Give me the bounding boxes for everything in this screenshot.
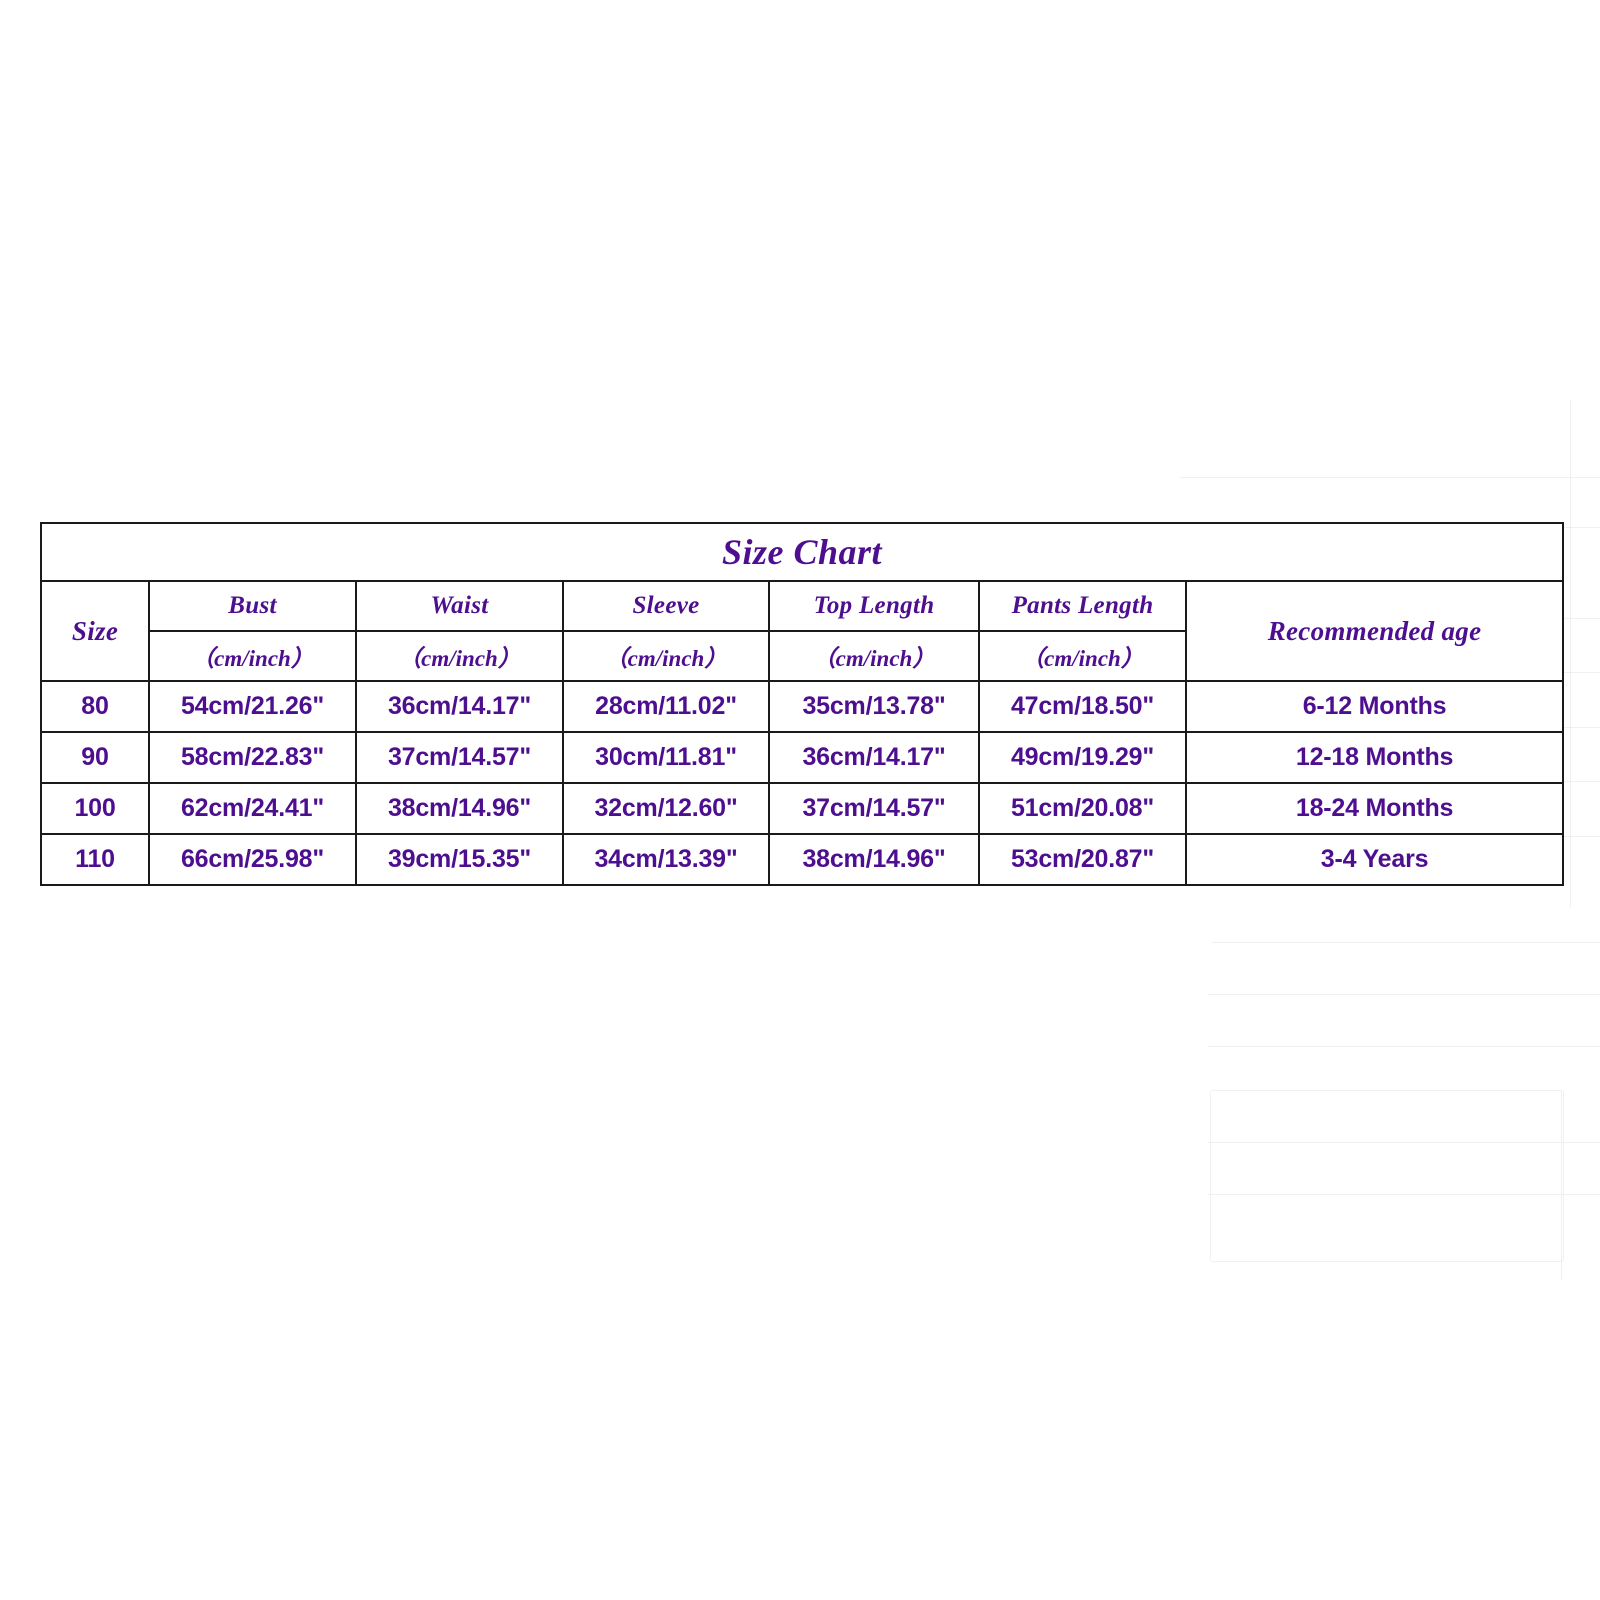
- value-top-length: 37cm/14.57": [802, 794, 946, 822]
- value-sleeve: 28cm/11.02": [595, 692, 737, 720]
- value-sleeve: 34cm/13.39": [594, 845, 738, 873]
- value-age: 6-12 Months: [1302, 692, 1447, 720]
- header-top-length-unit-label: （cm/inch）: [812, 646, 936, 671]
- cell-pants-length: 51cm/20.08": [978, 782, 1187, 835]
- table-row: 80 54cm/21.26" 36cm/14.17" 28cm/11.02" 3…: [40, 680, 1565, 733]
- header-sleeve-label: Sleeve: [632, 592, 700, 619]
- cell-top-length: 38cm/14.96": [768, 833, 980, 886]
- header-sleeve: Sleeve: [562, 580, 770, 632]
- cell-waist: 39cm/15.35": [355, 833, 564, 886]
- ghost-hline: [1208, 1194, 1600, 1195]
- value-pants-length: 51cm/20.08": [1010, 794, 1155, 822]
- table-row: 90 58cm/22.83" 37cm/14.57" 30cm/11.81" 3…: [40, 731, 1565, 784]
- value-age: 18-24 Months: [1295, 794, 1454, 822]
- value-sleeve: 32cm/12.60": [594, 794, 738, 822]
- header-sleeve-unit: （cm/inch）: [562, 630, 770, 682]
- ghost-vline: [1570, 400, 1571, 540]
- header-top-length-label: Top Length: [813, 592, 935, 619]
- value-top-length: 38cm/14.96": [802, 845, 946, 873]
- header-recommended-age: Recommended age: [1184, 580, 1565, 682]
- size-chart-table: Size Chart Size Bust Waist Sleeve Top Le…: [39, 522, 1565, 886]
- header-size: Size: [40, 580, 150, 682]
- value-bust: 66cm/25.98": [180, 845, 325, 873]
- header-pants-length-label: Pants Length: [1011, 592, 1154, 619]
- cell-size: 100: [40, 782, 150, 835]
- cell-age: 12-18 Months: [1184, 731, 1565, 784]
- value-bust: 62cm/24.41": [180, 794, 325, 822]
- ghost-hline: [1208, 1046, 1600, 1047]
- ghost-hline: [1208, 994, 1600, 995]
- cell-pants-length: 47cm/18.50": [978, 680, 1187, 733]
- cell-size: 90: [40, 731, 150, 784]
- cell-top-length: 37cm/14.57": [768, 782, 980, 835]
- value-waist: 36cm/14.17": [387, 692, 532, 720]
- cell-pants-length: 49cm/19.29": [978, 731, 1187, 784]
- cell-size: 110: [40, 833, 150, 886]
- header-waist: Waist: [355, 580, 564, 632]
- cell-size: 80: [40, 680, 150, 733]
- header-size-label: Size: [71, 615, 119, 646]
- cell-sleeve: 28cm/11.02": [562, 680, 770, 733]
- cell-bust: 66cm/25.98": [148, 833, 357, 886]
- value-waist: 37cm/14.57": [387, 743, 532, 771]
- cell-sleeve: 32cm/12.60": [562, 782, 770, 835]
- header-recommended-age-label: Recommended age: [1267, 615, 1482, 646]
- ghost-hline: [1208, 1142, 1600, 1143]
- ghost-hline: [1180, 477, 1600, 478]
- cell-top-length: 36cm/14.17": [768, 731, 980, 784]
- ghost-panel: [1210, 1090, 1564, 1262]
- value-size: 80: [81, 692, 109, 720]
- cell-age: 6-12 Months: [1184, 680, 1565, 733]
- value-size: 100: [74, 794, 116, 822]
- value-pants-length: 47cm/18.50": [1010, 692, 1155, 720]
- cell-top-length: 35cm/13.78": [768, 680, 980, 733]
- value-bust: 54cm/21.26": [180, 692, 325, 720]
- value-sleeve: 30cm/11.81": [595, 743, 737, 771]
- table-header-row-primary: Size Bust Waist Sleeve Top Length Pants …: [40, 580, 1565, 682]
- table-title-row: Size Chart: [39, 522, 1565, 582]
- cell-bust: 62cm/24.41": [148, 782, 357, 835]
- cell-bust: 58cm/22.83": [148, 731, 357, 784]
- value-age: 12-18 Months: [1295, 743, 1454, 771]
- header-bust-label: Bust: [228, 592, 277, 619]
- cell-age: 18-24 Months: [1184, 782, 1565, 835]
- header-top-length: Top Length: [768, 580, 980, 632]
- value-age: 3-4 Years: [1320, 845, 1429, 873]
- value-waist: 39cm/15.35": [387, 845, 532, 873]
- ghost-vline: [1570, 527, 1571, 907]
- cell-pants-length: 53cm/20.87": [978, 833, 1187, 886]
- size-chart-title-cell: Size Chart: [39, 522, 1565, 582]
- header-waist-label: Waist: [430, 592, 489, 619]
- cell-sleeve: 30cm/11.81": [562, 731, 770, 784]
- header-bust-unit-label: （cm/inch）: [191, 646, 314, 671]
- value-top-length: 36cm/14.17": [802, 743, 946, 771]
- value-pants-length: 53cm/20.87": [1010, 845, 1155, 873]
- table-row: 100 62cm/24.41" 38cm/14.96" 32cm/12.60" …: [40, 782, 1565, 835]
- header-sleeve-unit-label: （cm/inch）: [604, 646, 728, 671]
- value-size: 90: [81, 743, 109, 771]
- header-bust-unit: （cm/inch）: [148, 630, 357, 682]
- value-bust: 58cm/22.83": [180, 743, 325, 771]
- cell-age: 3-4 Years: [1184, 833, 1565, 886]
- cell-bust: 54cm/21.26": [148, 680, 357, 733]
- ghost-hline: [1212, 942, 1600, 943]
- cell-waist: 37cm/14.57": [355, 731, 564, 784]
- table-row: 110 66cm/25.98" 39cm/15.35" 34cm/13.39" …: [40, 833, 1565, 886]
- value-top-length: 35cm/13.78": [802, 692, 946, 720]
- header-pants-length: Pants Length: [978, 580, 1187, 632]
- header-waist-unit-label: （cm/inch）: [398, 646, 521, 671]
- header-pants-length-unit-label: （cm/inch）: [1021, 646, 1144, 671]
- page-title: Size Chart: [722, 532, 883, 572]
- cell-waist: 38cm/14.96": [355, 782, 564, 835]
- value-size: 110: [75, 845, 115, 873]
- ghost-vline: [1561, 1090, 1562, 1280]
- header-top-length-unit: （cm/inch）: [768, 630, 980, 682]
- header-waist-unit: （cm/inch）: [355, 630, 564, 682]
- cell-sleeve: 34cm/13.39": [562, 833, 770, 886]
- header-bust: Bust: [148, 580, 357, 632]
- value-pants-length: 49cm/19.29": [1010, 743, 1155, 771]
- cell-waist: 36cm/14.17": [355, 680, 564, 733]
- header-pants-length-unit: （cm/inch）: [978, 630, 1187, 682]
- value-waist: 38cm/14.96": [387, 794, 532, 822]
